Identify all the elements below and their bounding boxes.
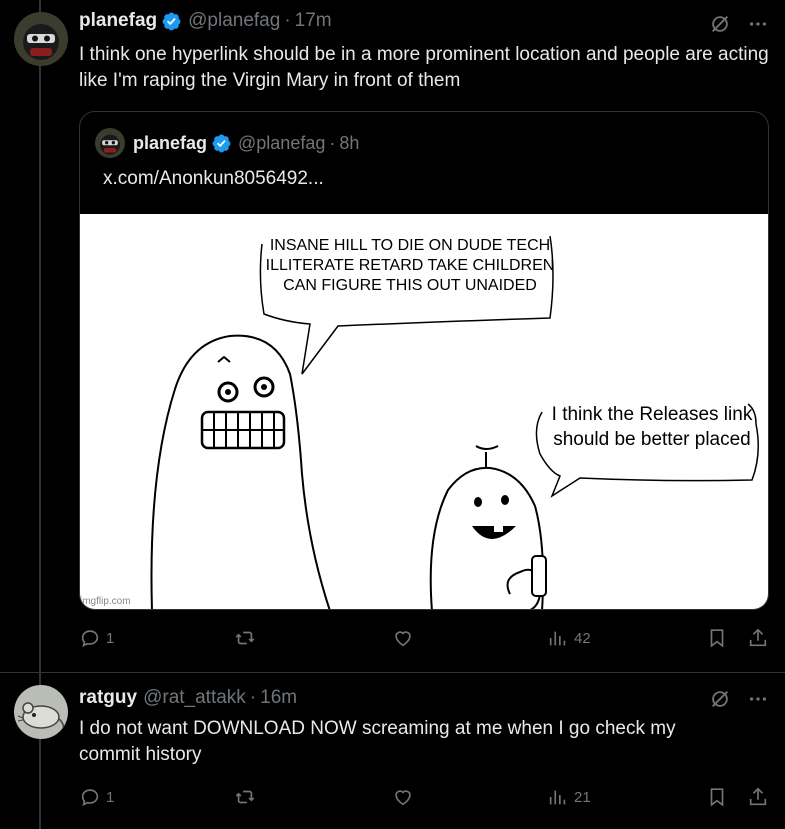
reply-button[interactable]: 1 [79,627,114,649]
quote-tweet[interactable]: planefag @planefag · 8h x.com/Anonkun805… [79,111,769,610]
like-icon [395,631,411,647]
tweet-text: I do not want DOWNLOAD NOW screaming at … [79,718,676,765]
more-icon[interactable] [747,688,769,710]
bookmark-icon [710,629,724,648]
display-name[interactable]: planefag [79,10,157,32]
reply-icon [81,789,99,807]
action-bar: 1 21 [79,786,769,812]
handle[interactable]: @rat_attakk [143,687,246,709]
tweet[interactable]: ratguy @rat_attakk · 16m I do not want D… [0,673,785,829]
reply-icon [81,630,99,648]
grok-icon[interactable] [709,688,731,710]
quote-handle: @planefag [238,132,326,153]
quote-display-name: planefag [133,132,208,153]
reply-button[interactable]: 1 [79,786,114,808]
views-button[interactable]: 21 [547,786,591,808]
handle[interactable]: @planefag [188,10,280,32]
views-icon [549,790,566,805]
display-name[interactable]: ratguy [79,687,137,709]
tweet-header: ratguy @rat_attakk · 16m [79,687,297,709]
bookmark-button[interactable] [706,627,728,649]
timestamp[interactable]: 16m [260,687,297,709]
like-button[interactable] [392,786,419,808]
repost-button[interactable] [234,627,261,649]
verified-badge-icon [161,11,182,32]
quote-link[interactable]: x.com/Anonkun8056492... [103,168,324,190]
repost-icon [235,790,255,804]
share-button[interactable] [747,627,769,649]
quote-avatar [95,128,125,158]
avatar[interactable] [14,685,68,739]
meme-image[interactable]: INSANE HILL TO DIE ON DUDE TECH ILLITERA… [80,214,768,609]
views-count: 42 [574,629,591,647]
imgflip-watermark: imgflip.com [80,596,131,607]
like-icon [395,790,411,806]
tweet[interactable]: planefag @planefag · 17m I think one hyp… [0,0,785,670]
tweet-text: I think one hyperlink should be in a mor… [79,44,769,91]
separator: · [284,10,291,31]
bookmark-button[interactable] [706,786,728,808]
timestamp[interactable]: 17m [295,10,332,32]
separator: · [249,687,257,708]
action-bar: 1 42 [79,627,769,653]
views-button[interactable]: 42 [547,627,591,649]
like-button[interactable] [392,627,419,649]
bookmark-icon [710,788,724,807]
share-icon [749,787,767,806]
tweet-top-icons [709,13,769,35]
avatar[interactable] [14,12,68,66]
verified-badge-icon [211,133,232,154]
bubble-left-text: INSANE HILL TO DIE ON DUDE TECH ILLITERA… [265,237,555,294]
views-icon [549,631,566,646]
share-button[interactable] [747,786,769,808]
tweet-top-icons [709,688,769,710]
reply-count: 1 [106,788,115,806]
separator: · [329,132,336,153]
repost-icon [235,631,255,645]
quote-timestamp: 8h [339,132,360,153]
quote-header: planefag @planefag · 8h [95,128,359,158]
reply-count: 1 [106,629,115,647]
more-icon[interactable] [747,13,769,35]
views-count: 21 [574,788,591,806]
grok-icon[interactable] [709,13,731,35]
repost-button[interactable] [234,786,261,808]
tweet-header: planefag @planefag · 17m [79,10,332,32]
share-icon [749,628,767,647]
bubble-right-text: I think the Releases link should be bett… [551,404,753,450]
